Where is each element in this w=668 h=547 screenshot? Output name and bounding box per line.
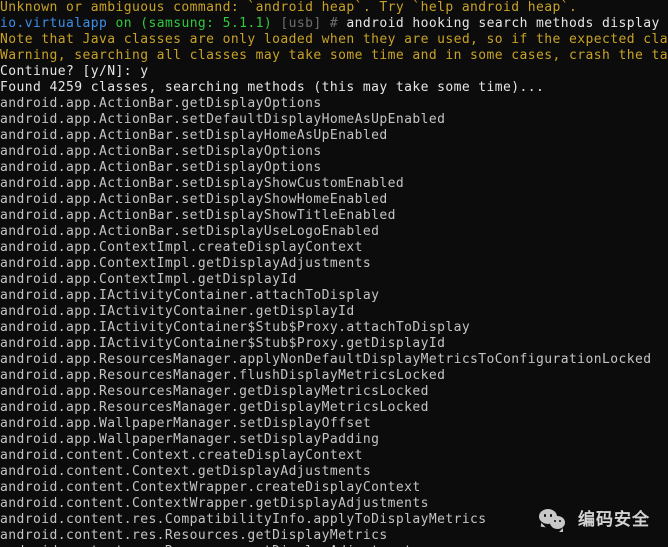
method-result: android.app.ActionBar.setDisplayShowCust…: [0, 176, 668, 192]
line-segment: Warning, searching all classes may take …: [0, 48, 668, 63]
line-segment: android.content.res.CompatibilityInfo.ap…: [0, 512, 487, 527]
line-segment: android.app.ActionBar.setDisplayUseLogoE…: [0, 224, 380, 239]
line-segment: android.app.ActionBar.getDisplayOptions: [0, 96, 322, 111]
method-result: android.content.ContextWrapper.createDis…: [0, 480, 668, 496]
line-segment: android.content.Context.getDisplayAdjust…: [0, 464, 372, 479]
method-result: android.app.ActionBar.setDisplayShowTitl…: [0, 208, 668, 224]
line-segment: android.app.ContextImpl.getDisplayAdjust…: [0, 256, 372, 271]
line-segment: android.content.ContextWrapper.getDispla…: [0, 496, 429, 511]
line-segment: android hooking search methods display: [338, 16, 660, 31]
method-result: android.app.ResourcesManager.flushDispla…: [0, 368, 668, 384]
line-segment: android.content.ContextWrapper.createDis…: [0, 480, 421, 495]
method-result: android.app.ActionBar.setDisplayUseLogoE…: [0, 224, 668, 240]
line-segment: android.app.ActionBar.setDisplayShowCust…: [0, 176, 405, 191]
continue-prompt: Continue? [y/N]: y: [0, 64, 668, 80]
found-classes-status: Found 4259 classes, searching methods (t…: [0, 80, 668, 96]
line-segment: [usb]: [280, 16, 322, 31]
line-segment: android.app.WallpaperManager.setDisplayO…: [0, 416, 372, 431]
method-result: android.app.ResourcesManager.getDisplayM…: [0, 400, 668, 416]
line-segment: android.app.ActionBar.setDisplayShowHome…: [0, 192, 388, 207]
line-segment: [322, 16, 330, 31]
method-result: android.app.IActivityContainer.getDispla…: [0, 304, 668, 320]
line-segment: android.app.ActionBar.setDefaultDisplayH…: [0, 112, 446, 127]
method-result: android.app.ResourcesManager.applyNonDef…: [0, 352, 668, 368]
line-segment: android.app.ActionBar.setDisplayShowTitl…: [0, 208, 396, 223]
error-unknown-command: Unknown or ambiguous command: `android h…: [0, 0, 668, 16]
line-segment: android.content.Context.createDisplayCon…: [0, 448, 363, 463]
method-result: android.content.Context.createDisplayCon…: [0, 448, 668, 464]
line-segment: android.app.ResourcesManager.applyNonDef…: [0, 352, 652, 367]
warning-line: Warning, searching all classes may take …: [0, 48, 668, 64]
line-segment: Unknown or ambiguous command: `android h…: [0, 0, 578, 15]
method-result: android.app.WallpaperManager.setDisplayP…: [0, 432, 668, 448]
method-result: android.content.res.CompatibilityInfo.ap…: [0, 512, 668, 528]
line-segment: android.app.ContextImpl.createDisplayCon…: [0, 240, 363, 255]
terminal-output[interactable]: Unknown or ambiguous command: `android h…: [0, 0, 668, 547]
line-segment: Continue? [y/N]: y: [0, 64, 149, 79]
line-segment: #: [329, 16, 339, 31]
line-segment: android.app.ResourcesManager.flushDispla…: [0, 368, 446, 383]
method-result: android.app.WallpaperManager.setDisplayO…: [0, 416, 668, 432]
method-result: android.app.ActionBar.setDisplayOptions: [0, 144, 668, 160]
line-segment: android.app.IActivityContainer.getDispla…: [0, 304, 355, 319]
line-segment: android.app.IActivityContainer$Stub$Prox…: [0, 320, 471, 335]
method-result: android.app.ActionBar.setDisplayShowHome…: [0, 192, 668, 208]
method-result: android.app.ActionBar.setDisplayHomeAsUp…: [0, 128, 668, 144]
method-result: android.content.ContextWrapper.getDispla…: [0, 496, 668, 512]
line-segment: Note that Java classes are only loaded w…: [0, 32, 668, 47]
prompt-line: io.virtualapp on (samsung: 5.1.1) [usb] …: [0, 16, 668, 32]
line-segment: android.app.ActionBar.setDisplayOptions: [0, 144, 322, 159]
line-segment: android.app.ResourcesManager.getDisplayM…: [0, 384, 429, 399]
method-result: android.app.IActivityContainer$Stub$Prox…: [0, 336, 668, 352]
method-result: android.app.ContextImpl.getDisplayId: [0, 272, 668, 288]
line-segment: android.app.ResourcesManager.getDisplayM…: [0, 400, 429, 415]
line-segment: android.app.WallpaperManager.setDisplayP…: [0, 432, 380, 447]
line-segment: on (samsung: 5.1.1): [115, 16, 273, 31]
method-result: android.app.ContextImpl.getDisplayAdjust…: [0, 256, 668, 272]
method-result: android.app.ContextImpl.createDisplayCon…: [0, 240, 668, 256]
method-result: android.content.Context.getDisplayAdjust…: [0, 464, 668, 480]
line-segment: Found 4259 classes, searching methods (t…: [0, 80, 545, 95]
method-result: android.app.IActivityContainer$Stub$Prox…: [0, 320, 668, 336]
method-result: android.content.res.Resources.getDisplay…: [0, 528, 668, 544]
method-result: android.app.ActionBar.setDisplayOptions: [0, 160, 668, 176]
line-segment: io.virtualapp: [0, 16, 108, 31]
note-line: Note that Java classes are only loaded w…: [0, 32, 668, 48]
line-segment: android.app.IActivityContainer$Stub$Prox…: [0, 336, 446, 351]
line-segment: android.app.ContextImpl.getDisplayId: [0, 272, 297, 287]
line-segment: android.app.ActionBar.setDisplayHomeAsUp…: [0, 128, 388, 143]
method-result: android.app.ResourcesManager.getDisplayM…: [0, 384, 668, 400]
line-segment: android.app.ActionBar.setDisplayOptions: [0, 160, 322, 175]
method-result: android.app.ActionBar.getDisplayOptions: [0, 96, 668, 112]
line-segment: android.content.res.Resources.getDisplay…: [0, 528, 388, 543]
line-segment: android.app.IActivityContainer.attachToD…: [0, 288, 380, 303]
method-result: android.app.IActivityContainer.attachToD…: [0, 288, 668, 304]
method-result: android.app.ActionBar.setDefaultDisplayH…: [0, 112, 668, 128]
